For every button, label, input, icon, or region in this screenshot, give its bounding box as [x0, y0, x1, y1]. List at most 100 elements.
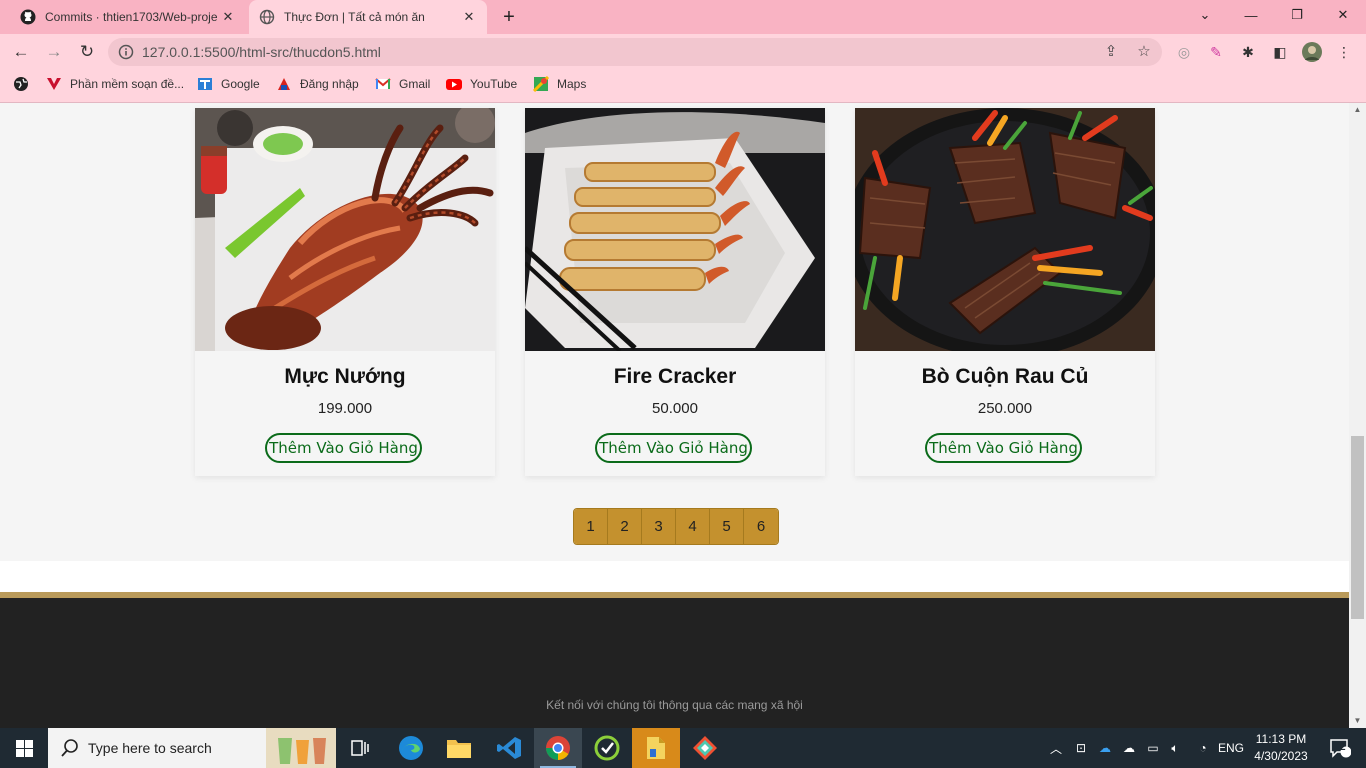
- gmail-icon: [375, 78, 391, 89]
- task-view-icon[interactable]: [336, 728, 384, 768]
- search-placeholder: Type here to search: [88, 740, 212, 756]
- notification-count: 2: [1340, 742, 1346, 753]
- reload-icon[interactable]: ↻: [75, 40, 99, 64]
- page-button-5[interactable]: 5: [710, 509, 744, 544]
- bookmark-item[interactable]: Đăng nhập: [276, 75, 359, 93]
- maps-icon: [533, 76, 549, 92]
- onedrive-cloud-icon[interactable]: ☁: [1094, 728, 1116, 768]
- page-button-6[interactable]: 6: [744, 509, 778, 544]
- scroll-down-arrow-icon[interactable]: ▼: [1349, 714, 1366, 728]
- windows-logo-icon: [15, 739, 33, 757]
- dish-card: Bò Cuộn Rau Củ 250.000 Thêm Vào Giỏ Hàng: [855, 108, 1155, 476]
- url-text: 127.0.0.1:5500/html-src/thucdon5.html: [142, 44, 381, 60]
- windows-taskbar: Type here to search ︿ ⊡ ☁ ☁ ▭ 🔈︎ ◔ ENG 1…: [0, 728, 1366, 768]
- side-panel-icon[interactable]: ◧: [1270, 42, 1290, 62]
- new-tab-button[interactable]: +: [498, 6, 520, 28]
- dish-price: 199.000: [317, 400, 373, 417]
- bookmark-item[interactable]: YouTube: [446, 75, 517, 93]
- browser-chrome: Commits · thtien1703/Web-proje ✕ Thực Đơ…: [0, 0, 1366, 103]
- dish-card: Fire Cracker 50.000 Thêm Vào Giỏ Hàng: [525, 108, 825, 476]
- back-arrow-icon[interactable]: ←: [9, 40, 33, 64]
- search-icon: [61, 739, 78, 757]
- dish-name: Bò Cuộn Rau Củ: [921, 365, 1089, 388]
- clock-date: 4/30/2023: [1254, 749, 1308, 763]
- page-viewport: Mực Nướng 199.000 Thêm Vào Giỏ Hàng Fire…: [0, 103, 1349, 728]
- bookmark-label: Maps: [557, 77, 587, 91]
- add-to-cart-button[interactable]: Thêm Vào Giỏ Hàng: [265, 433, 422, 463]
- bookmark-item[interactable]: Gmail: [375, 75, 430, 93]
- tab-label: Commits · thtien1703/Web-proje: [45, 10, 218, 24]
- add-to-cart-button[interactable]: Thêm Vào Giỏ Hàng: [925, 433, 1082, 463]
- file-explorer-icon[interactable]: [435, 728, 483, 768]
- close-tab-icon[interactable]: ✕: [220, 9, 236, 25]
- chrome-icon[interactable]: [534, 728, 582, 768]
- site-footer: Kết nối với chúng tôi thông qua các mạng…: [0, 592, 1349, 728]
- show-hidden-icons-chevron-icon[interactable]: ︿: [1046, 728, 1066, 768]
- language-indicator[interactable]: ENG: [1216, 728, 1246, 768]
- bookmark-label: Gmail: [399, 77, 431, 91]
- site-info-icon[interactable]: [118, 44, 134, 60]
- bookmark-label: Google: [221, 77, 260, 91]
- dish-price: 250.000: [977, 400, 1033, 417]
- vscode-icon[interactable]: [485, 728, 533, 768]
- extensions-puzzle-icon[interactable]: ✱: [1238, 42, 1258, 62]
- bookmark-star-icon[interactable]: ☆: [1134, 42, 1154, 62]
- taskbar-clock[interactable]: 11:13 PM 4/30/2023: [1248, 731, 1314, 765]
- notification-center-icon[interactable]: 2: [1320, 728, 1360, 768]
- restore-button[interactable]: ❐: [1274, 0, 1320, 30]
- tab-commits[interactable]: Commits · thtien1703/Web-proje ✕: [10, 0, 246, 34]
- page-button-4[interactable]: 4: [676, 509, 710, 544]
- green-app-icon[interactable]: [583, 728, 631, 768]
- taskbar-search[interactable]: Type here to search: [48, 728, 336, 768]
- edge-browser-icon[interactable]: [387, 728, 435, 768]
- apps-globe-icon[interactable]: [13, 76, 29, 92]
- tab-thuc-don[interactable]: Thực Đơn | Tất cả món ăn ✕: [249, 0, 487, 34]
- meet-now-icon[interactable]: ⊡: [1070, 728, 1092, 768]
- globe-icon: [259, 9, 275, 25]
- github-icon: [20, 9, 36, 25]
- volume-icon[interactable]: 🔈︎: [1164, 728, 1186, 768]
- compass-extension-icon[interactable]: ◎: [1174, 42, 1194, 62]
- page-scrollbar[interactable]: ▲ ▼: [1349, 103, 1366, 728]
- close-window-button[interactable]: ✕: [1320, 0, 1366, 30]
- add-to-cart-button[interactable]: Thêm Vào Giỏ Hàng: [595, 433, 752, 463]
- tab-strip: Commits · thtien1703/Web-proje ✕ Thực Đơ…: [0, 0, 1366, 34]
- bookmark-item[interactable]: Phần mềm soạn đề...: [46, 75, 184, 93]
- page-button-2[interactable]: 2: [608, 509, 642, 544]
- share-icon[interactable]: ⇪: [1101, 42, 1121, 62]
- bookmark-label: Đăng nhập: [300, 77, 359, 91]
- tab-search-chevron-icon[interactable]: ⌄: [1182, 0, 1228, 30]
- dish-name: Mực Nướng: [284, 365, 406, 388]
- wifi-icon[interactable]: ◔: [1192, 728, 1214, 768]
- git-app-icon[interactable]: [681, 728, 729, 768]
- bookmark-label: Phần mềm soạn đề...: [70, 77, 185, 91]
- battery-icon[interactable]: ▭: [1142, 728, 1164, 768]
- dish-name: Fire Cracker: [613, 365, 737, 388]
- forward-arrow-icon[interactable]: →: [42, 40, 66, 64]
- orange-app-icon[interactable]: [632, 728, 680, 768]
- v-logo-icon: [47, 78, 61, 90]
- profile-avatar[interactable]: [1302, 42, 1322, 62]
- page-button-1[interactable]: 1: [574, 509, 608, 544]
- dish-photo-beef-rolls: [855, 108, 1155, 351]
- menu-kebab-icon[interactable]: ⋮: [1334, 42, 1354, 62]
- scroll-up-arrow-icon[interactable]: ▲: [1349, 103, 1366, 117]
- search-highlight-drinks-icon: [266, 728, 336, 768]
- page-button-3[interactable]: 3: [642, 509, 676, 544]
- address-bar[interactable]: 127.0.0.1:5500/html-src/thucdon5.html ⇪ …: [108, 38, 1162, 66]
- dish-card: Mực Nướng 199.000 Thêm Vào Giỏ Hàng: [195, 108, 495, 476]
- start-button[interactable]: [0, 728, 48, 768]
- bookmark-item[interactable]: Maps: [533, 75, 586, 93]
- pagination: 1 2 3 4 5 6: [573, 508, 779, 545]
- bookmark-label: YouTube: [470, 77, 518, 91]
- social-connect-text: Kết nối với chúng tôi thông qua các mạng…: [546, 698, 803, 712]
- close-tab-icon[interactable]: ✕: [461, 9, 477, 25]
- bookmark-item[interactable]: Google: [197, 75, 260, 93]
- color-picker-extension-icon[interactable]: ✎: [1206, 42, 1226, 62]
- network-cloud-icon[interactable]: ☁: [1118, 728, 1140, 768]
- youtube-icon: [446, 79, 462, 90]
- scrollbar-thumb[interactable]: [1351, 436, 1364, 619]
- minimize-button[interactable]: —: [1228, 0, 1274, 30]
- tab-label: Thực Đơn | Tất cả món ăn: [284, 10, 425, 24]
- dish-price: 50.000: [652, 400, 698, 417]
